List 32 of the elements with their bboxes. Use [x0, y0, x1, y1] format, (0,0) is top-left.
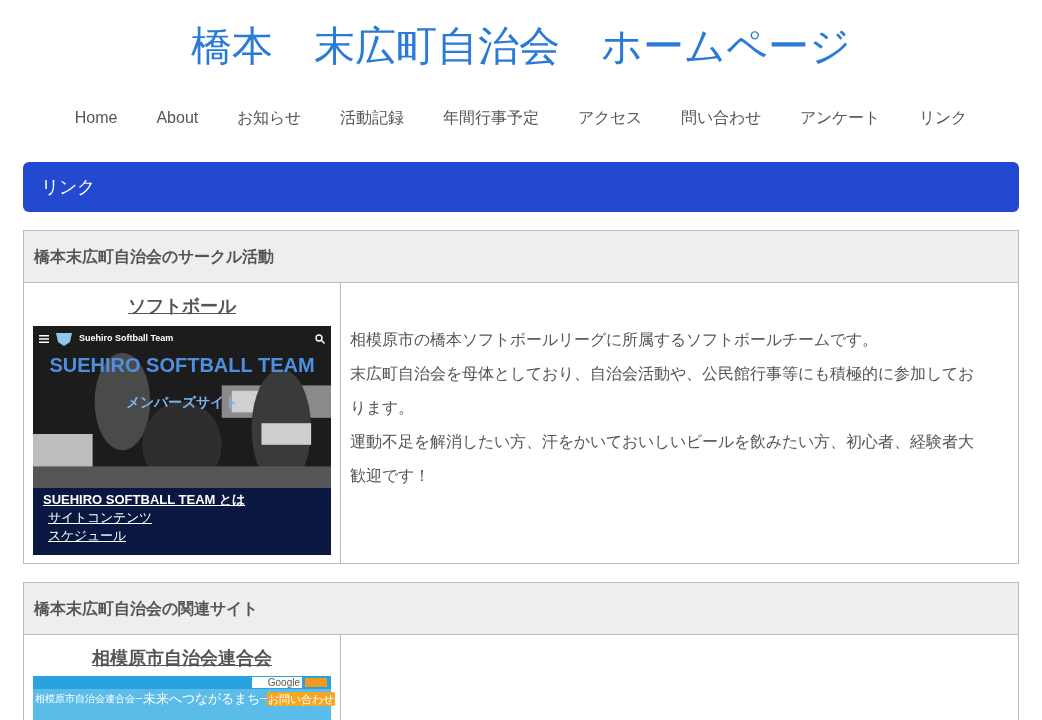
nav-link[interactable]: アンケート	[800, 106, 881, 130]
section-heading: 橋本末広町自治会の関連サイト	[24, 583, 1018, 635]
website-thumbnail[interactable]: Suehiro Softball Team SUEHIRO SOFTBALL TEAM メンバーズサイト SUEHIRO SOFTBALL TEAM とは サイトコンテンツ スケジュール	[33, 326, 331, 555]
site-link[interactable]: サイトコンテンツ	[43, 510, 321, 526]
nav-link[interactable]: 年間行事予定	[443, 106, 540, 130]
shield-icon	[55, 332, 73, 346]
nav-link[interactable]: リンク	[919, 106, 968, 130]
nav-link[interactable]: 活動記録	[340, 106, 405, 130]
site-link[interactable]: スケジュール	[43, 528, 321, 544]
search-field[interactable]: Google	[252, 677, 302, 688]
search-button[interactable]	[305, 678, 327, 687]
section-heading: 橋本末広町自治会のサークル活動	[24, 231, 1018, 283]
description-text: 運動不足を解消したい方、汗をかいておいしいビールを飲みたい方、初心者、経験者大歓迎です！	[350, 432, 975, 486]
header-title: Suehiro Softball Team	[79, 332, 174, 346]
description-text: 末広町自治会を母体としており、自治会活動や、公民館行事等にも積極的に参加しております。	[350, 364, 975, 418]
hero-title: SUEHIRO SOFTBALL TEAM	[48, 353, 316, 378]
site-link[interactable]: SUEHIRO SOFTBALL TEAM とは	[43, 492, 321, 508]
nav-link[interactable]: お知らせ	[237, 106, 302, 130]
link-title[interactable]: ソフトボール	[128, 293, 236, 320]
nav-link[interactable]: 問い合わせ	[681, 106, 762, 130]
search-icon	[315, 334, 325, 344]
hero-subtitle: メンバーズサイト	[125, 393, 239, 412]
link-title[interactable]: 相模原市自治会連合会	[92, 645, 272, 672]
hero-title: 相模原市自治会連合会	[35, 692, 135, 706]
menu-icon	[39, 335, 49, 343]
nav-link[interactable]: About	[156, 106, 199, 130]
nav-link[interactable]: アクセス	[578, 106, 643, 130]
nav-link[interactable]: Home	[74, 106, 118, 130]
page-heading: リンク	[23, 162, 1019, 212]
hero-subtitle: −未来へつながるまち−	[135, 691, 268, 706]
description-text: 相模原市の橋本ソフトボールリーグに所属するソフトボールチームです。	[350, 330, 879, 350]
site-title: 橋本 末広町自治会 ホームページ	[191, 21, 851, 72]
